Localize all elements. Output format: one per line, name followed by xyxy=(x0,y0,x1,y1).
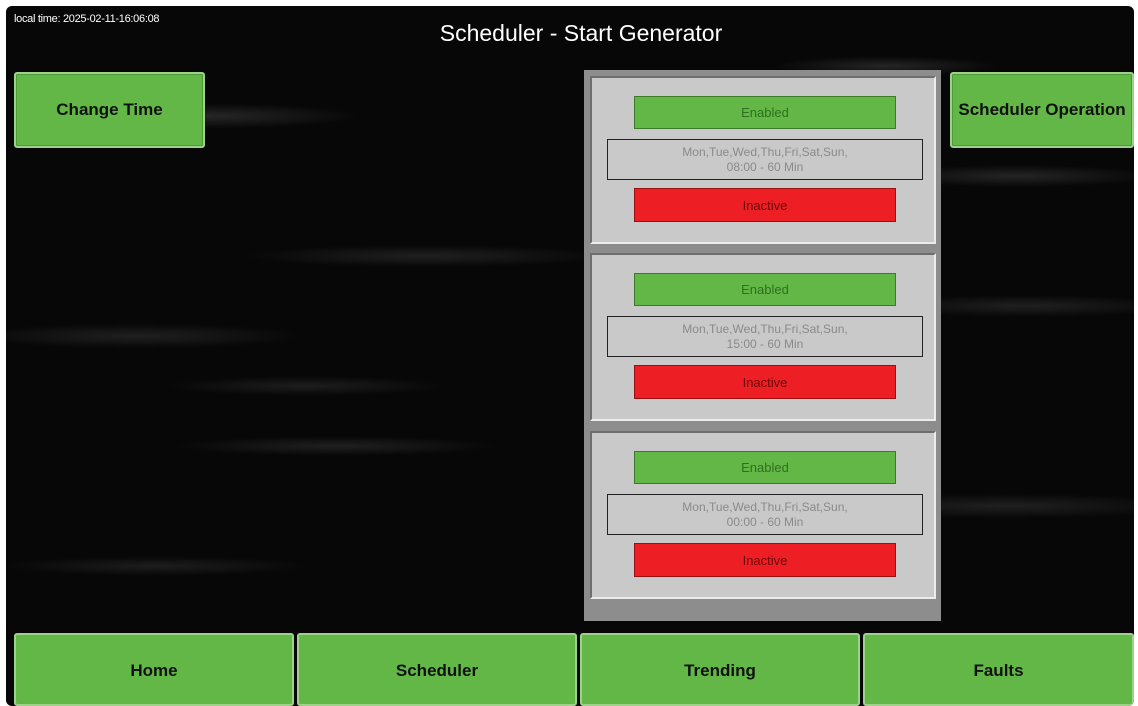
schedule-3-status: Inactive xyxy=(634,543,896,577)
schedule-2-days: Mon,Tue,Wed,Thu,Fri,Sat,Sun, xyxy=(682,321,848,336)
page-title: Scheduler - Start Generator xyxy=(439,20,723,46)
schedule-panel: Enabled Mon,Tue,Wed,Thu,Fri,Sat,Sun, 08:… xyxy=(584,70,941,621)
schedule-3-enabled-toggle[interactable]: Enabled xyxy=(634,451,896,484)
schedule-1-status: Inactive xyxy=(634,188,896,222)
schedule-3-days: Mon,Tue,Wed,Thu,Fri,Sat,Sun, xyxy=(682,499,848,514)
schedule-card-1: Enabled Mon,Tue,Wed,Thu,Fri,Sat,Sun, 08:… xyxy=(590,76,936,244)
schedule-1-config[interactable]: Mon,Tue,Wed,Thu,Fri,Sat,Sun, 08:00 - 60 … xyxy=(607,139,923,180)
schedule-1-days: Mon,Tue,Wed,Thu,Fri,Sat,Sun, xyxy=(682,144,848,159)
schedule-2-config[interactable]: Mon,Tue,Wed,Thu,Fri,Sat,Sun, 15:00 - 60 … xyxy=(607,316,923,357)
schedule-2-status: Inactive xyxy=(634,365,896,399)
change-time-button[interactable]: Change Time xyxy=(14,72,205,148)
schedule-card-2: Enabled Mon,Tue,Wed,Thu,Fri,Sat,Sun, 15:… xyxy=(590,253,936,421)
scheduler-operation-button[interactable]: Scheduler Operation xyxy=(950,72,1134,148)
schedule-1-enabled-toggle[interactable]: Enabled xyxy=(634,96,896,129)
nav-home-button[interactable]: Home xyxy=(14,633,294,706)
schedule-card-3: Enabled Mon,Tue,Wed,Thu,Fri,Sat,Sun, 00:… xyxy=(590,431,936,599)
schedule-3-time: 00:00 - 60 Min xyxy=(726,514,804,529)
schedule-2-enabled-toggle[interactable]: Enabled xyxy=(634,273,896,306)
hmi-screen: local time: 2025-02-11-16:06:08 Schedule… xyxy=(6,6,1134,706)
schedule-3-config[interactable]: Mon,Tue,Wed,Thu,Fri,Sat,Sun, 00:00 - 60 … xyxy=(607,494,923,535)
schedule-2-time: 15:00 - 60 Min xyxy=(726,336,804,351)
nav-faults-button[interactable]: Faults xyxy=(863,633,1134,706)
schedule-1-time: 08:00 - 60 Min xyxy=(726,159,804,174)
nav-scheduler-button[interactable]: Scheduler xyxy=(297,633,577,706)
nav-trending-button[interactable]: Trending xyxy=(580,633,860,706)
